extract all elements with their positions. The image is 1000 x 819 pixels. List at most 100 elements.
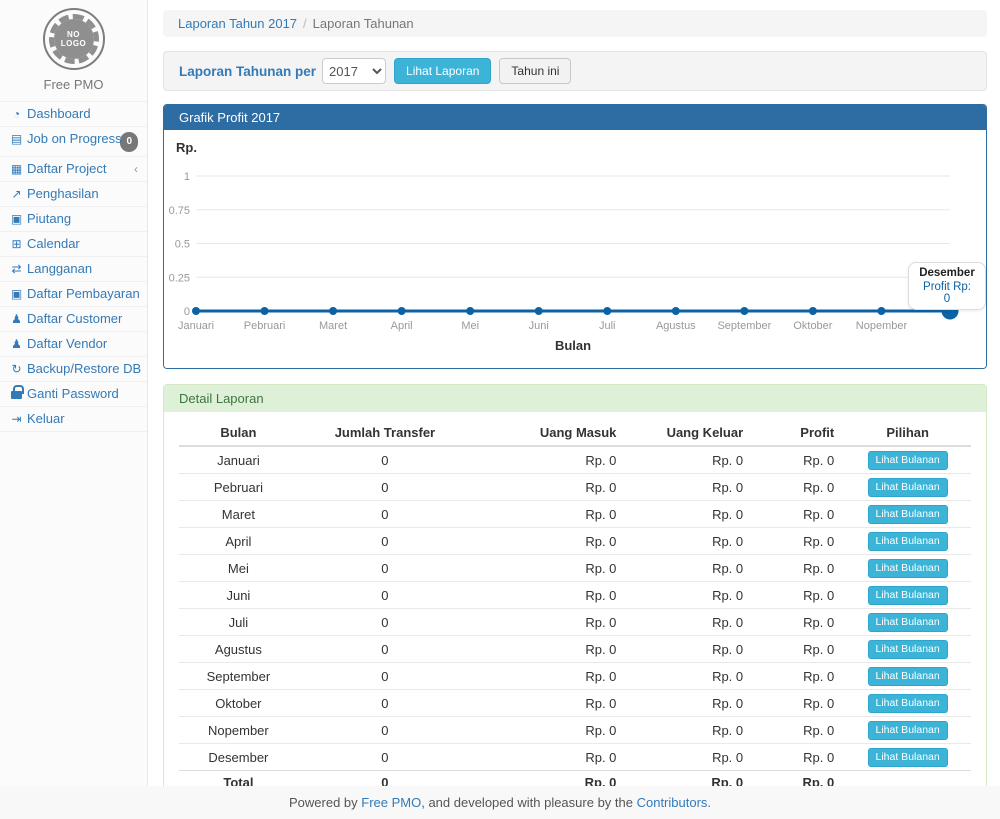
- users-icon: ♟: [9, 311, 24, 327]
- report-table: BulanJumlah TransferUang MasukUang Kelua…: [179, 420, 971, 786]
- table-cell: Rp. 0: [472, 771, 630, 787]
- table-row: Maret0Rp. 0Rp. 0Rp. 0Lihat Bulanan: [179, 501, 971, 528]
- table-cell: Nopember: [179, 717, 298, 744]
- svg-text:0.25: 0.25: [169, 272, 190, 284]
- chart-panel-title: Grafik Profit 2017: [164, 105, 986, 130]
- logo-text-line2: LOGO: [61, 39, 87, 48]
- breadcrumb-link-laporan-tahun[interactable]: Laporan Tahun 2017: [178, 16, 297, 31]
- table-panel-title: Detail Laporan: [164, 385, 986, 412]
- table-cell: Rp. 0: [472, 663, 630, 690]
- year-select[interactable]: 2017: [322, 58, 386, 84]
- table-cell: Rp. 0: [630, 609, 757, 636]
- sidebar-item-daftar-project[interactable]: ‹▦Daftar Project: [0, 157, 147, 182]
- action-cell: Lihat Bulanan: [844, 744, 971, 771]
- sidebar-item-piutang[interactable]: ▣Piutang: [0, 207, 147, 232]
- lihat-bulanan-button[interactable]: Lihat Bulanan: [868, 613, 948, 632]
- money-icon: ▣: [9, 286, 24, 302]
- sidebar-item-daftar-vendor[interactable]: ♟Daftar Vendor: [0, 332, 147, 357]
- table-cell: 0: [298, 609, 472, 636]
- table-cell: Rp. 0: [757, 636, 844, 663]
- chevron-left-icon: ‹: [134, 161, 138, 177]
- lihat-bulanan-button[interactable]: Lihat Bulanan: [868, 748, 948, 767]
- table-cell: 0: [298, 474, 472, 501]
- filter-label: Laporan Tahunan per: [179, 64, 316, 79]
- table-cell: Juli: [179, 609, 298, 636]
- sidebar-item-dashboard[interactable]: ◔Dashboard: [0, 102, 147, 127]
- table-cell: Rp. 0: [630, 717, 757, 744]
- table-cell: Rp. 0: [472, 446, 630, 474]
- job-count-badge: 0: [120, 132, 138, 152]
- sidebar-item-label: Daftar Pembayaran: [27, 286, 140, 301]
- lihat-bulanan-button[interactable]: Lihat Bulanan: [868, 478, 948, 497]
- sidebar-item-penghasilan[interactable]: ↗Penghasilan: [0, 182, 147, 207]
- users-icon: ♟: [9, 336, 24, 352]
- table-cell: Rp. 0: [630, 555, 757, 582]
- svg-text:0.5: 0.5: [175, 239, 190, 251]
- table-cell: Desember: [179, 744, 298, 771]
- table-cell: Rp. 0: [472, 555, 630, 582]
- sidebar-item-backup-restore-db[interactable]: ↻Backup/Restore DB: [0, 357, 147, 382]
- table-row: Nopember0Rp. 0Rp. 0Rp. 0Lihat Bulanan: [179, 717, 971, 744]
- table-cell: September: [179, 663, 298, 690]
- calendar-icon: ⊞: [9, 236, 24, 252]
- sidebar-item-label: Penghasilan: [27, 186, 99, 201]
- table-row: September0Rp. 0Rp. 0Rp. 0Lihat Bulanan: [179, 663, 971, 690]
- dashboard-icon: ◔: [9, 106, 24, 122]
- lihat-bulanan-button[interactable]: Lihat Bulanan: [868, 451, 948, 470]
- table-row: Agustus0Rp. 0Rp. 0Rp. 0Lihat Bulanan: [179, 636, 971, 663]
- lihat-bulanan-button[interactable]: Lihat Bulanan: [868, 532, 948, 551]
- table-cell: 0: [298, 555, 472, 582]
- svg-text:Nopember: Nopember: [856, 320, 908, 332]
- sidebar-item-job-on-progress[interactable]: 0▤Job on Progress: [0, 127, 147, 157]
- lihat-laporan-button[interactable]: Lihat Laporan: [394, 58, 491, 84]
- action-cell: Lihat Bulanan: [844, 582, 971, 609]
- money-icon: ▣: [9, 211, 24, 227]
- table-cell: Rp. 0: [757, 528, 844, 555]
- footer-text-middle: , and developed with pleasure by the: [421, 795, 636, 810]
- lihat-bulanan-button[interactable]: Lihat Bulanan: [868, 559, 948, 578]
- lihat-bulanan-button[interactable]: Lihat Bulanan: [868, 694, 948, 713]
- lihat-bulanan-button[interactable]: Lihat Bulanan: [868, 505, 948, 524]
- tahun-ini-button[interactable]: Tahun ini: [499, 58, 571, 84]
- sidebar-item-daftar-pembayaran[interactable]: ▣Daftar Pembayaran: [0, 282, 147, 307]
- table-cell: Rp. 0: [757, 582, 844, 609]
- footer-text-prefix: Powered by: [289, 795, 361, 810]
- sidebar-item-label: Calendar: [27, 236, 80, 251]
- table-cell: Rp. 0: [757, 555, 844, 582]
- column-header: Profit: [757, 420, 844, 446]
- sidebar-item-keluar[interactable]: ⇥Keluar: [0, 407, 147, 432]
- sidebar-item-ganti-password[interactable]: Ganti Password: [0, 382, 147, 407]
- action-cell: Lihat Bulanan: [844, 609, 971, 636]
- year-filter-form: Laporan Tahunan per 2017 Lihat Laporan T…: [163, 51, 987, 91]
- action-cell: Lihat Bulanan: [844, 717, 971, 744]
- lihat-bulanan-button[interactable]: Lihat Bulanan: [868, 721, 948, 740]
- footer-link-contributors[interactable]: Contributors.: [637, 795, 711, 810]
- table-cell: Rp. 0: [757, 663, 844, 690]
- table-cell: Rp. 0: [757, 609, 844, 636]
- table-cell: 0: [298, 528, 472, 555]
- sidebar: NO LOGO Free PMO ◔Dashboard0▤Job on Prog…: [0, 0, 148, 819]
- table-cell: 0: [298, 744, 472, 771]
- column-header: Jumlah Transfer: [298, 420, 472, 446]
- lihat-bulanan-button[interactable]: Lihat Bulanan: [868, 667, 948, 686]
- sidebar-item-daftar-customer[interactable]: ♟Daftar Customer: [0, 307, 147, 332]
- sidebar-item-label: Backup/Restore DB: [27, 361, 141, 376]
- lihat-bulanan-button[interactable]: Lihat Bulanan: [868, 640, 948, 659]
- table-cell: Rp. 0: [472, 609, 630, 636]
- no-logo-seal: NO LOGO: [43, 8, 105, 70]
- footer-link-free-pmo[interactable]: Free PMO: [361, 795, 421, 810]
- svg-text:0.75: 0.75: [169, 205, 190, 217]
- lihat-bulanan-button[interactable]: Lihat Bulanan: [868, 586, 948, 605]
- sidebar-item-langganan[interactable]: ⇄Langganan: [0, 257, 147, 282]
- svg-text:0: 0: [184, 306, 190, 318]
- logo-text-line1: NO: [67, 30, 80, 39]
- table-cell: Rp. 0: [757, 744, 844, 771]
- sidebar-item-calendar[interactable]: ⊞Calendar: [0, 232, 147, 257]
- column-header: Uang Keluar: [630, 420, 757, 446]
- table-row: Desember0Rp. 0Rp. 0Rp. 0Lihat Bulanan: [179, 744, 971, 771]
- table-cell: Rp. 0: [757, 501, 844, 528]
- table-cell: Rp. 0: [472, 717, 630, 744]
- table-cell: 0: [298, 446, 472, 474]
- table-cell: 0: [298, 582, 472, 609]
- main-content: Laporan Tahun 2017/Laporan Tahunan Lapor…: [148, 0, 1000, 786]
